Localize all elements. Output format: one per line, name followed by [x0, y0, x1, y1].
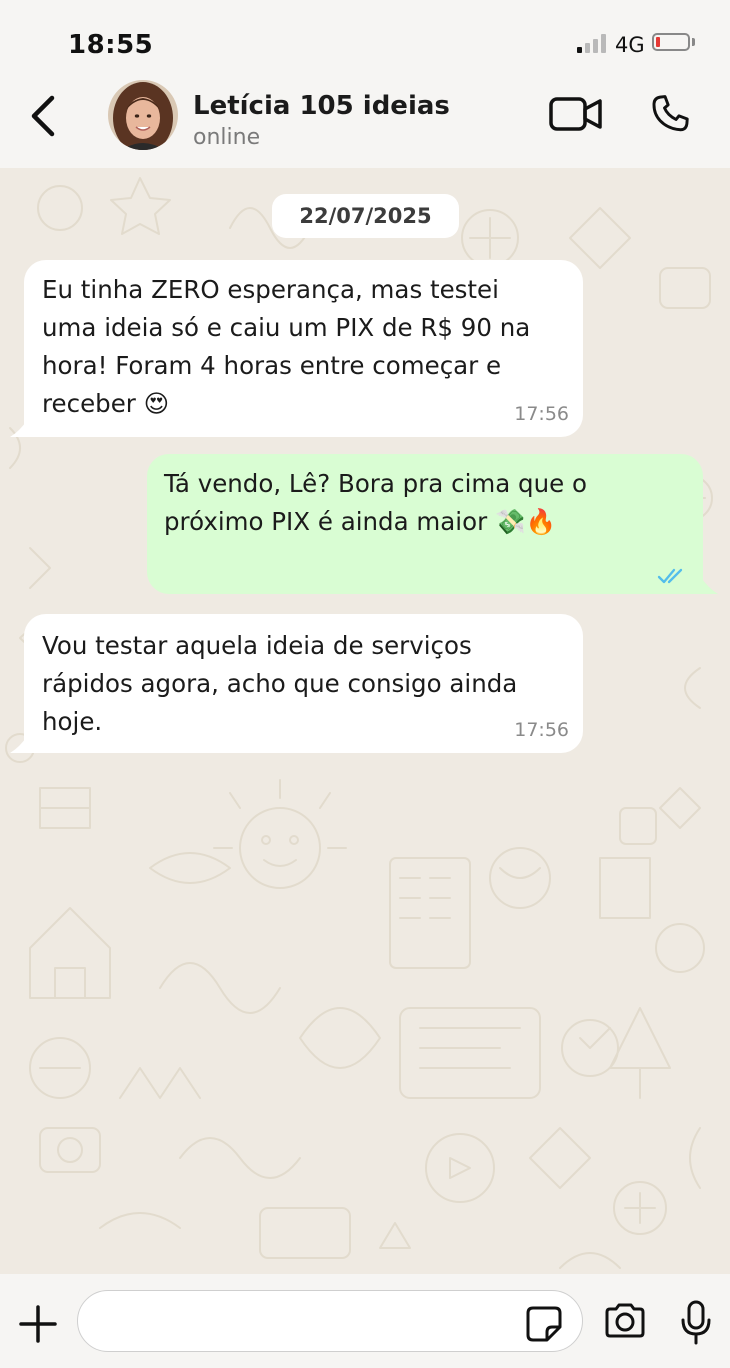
- message-time: 17:56: [514, 403, 569, 425]
- outgoing-message[interactable]: Tá vendo, Lê? Bora pra cima que o próxim…: [147, 454, 703, 594]
- message-input[interactable]: [102, 1301, 526, 1343]
- date-divider: 22/07/2025: [272, 194, 459, 238]
- read-receipt-icon: [657, 568, 683, 584]
- plus-icon: [19, 1305, 57, 1343]
- sticker-icon: [526, 1306, 562, 1342]
- avatar[interactable]: [108, 80, 178, 150]
- signal-strength-icon: [577, 33, 609, 53]
- chat-header: Letícia 105 ideias online: [0, 80, 730, 168]
- microphone-button[interactable]: [680, 1300, 712, 1346]
- attach-button[interactable]: [18, 1304, 58, 1344]
- bubble-tail: [10, 419, 28, 437]
- voice-call-button[interactable]: [648, 92, 692, 136]
- chevron-left-icon: [31, 95, 55, 137]
- message-input-bar: [0, 1274, 730, 1368]
- bubble-tail: [10, 735, 28, 753]
- camera-button[interactable]: [603, 1303, 647, 1339]
- battery-icon: [652, 33, 690, 51]
- sticker-button[interactable]: [525, 1305, 563, 1343]
- message-field[interactable]: [77, 1290, 583, 1352]
- contact-status: online: [193, 125, 261, 150]
- back-button[interactable]: [22, 90, 66, 142]
- status-time: 18:55: [68, 30, 154, 60]
- video-camera-icon: [549, 97, 602, 131]
- status-bar: 18:55 4G: [0, 0, 730, 80]
- microphone-icon: [681, 1300, 711, 1345]
- phone-icon: [652, 95, 689, 132]
- chat-area[interactable]: 22/07/2025 Eu tinha ZERO esperança, mas …: [0, 168, 730, 1274]
- message-text: Eu tinha ZERO esperança, mas testei uma …: [42, 275, 531, 418]
- contact-name[interactable]: Letícia 105 ideias: [193, 91, 450, 121]
- incoming-message[interactable]: Eu tinha ZERO esperança, mas testei uma …: [24, 260, 583, 437]
- message-text: Tá vendo, Lê? Bora pra cima que o próxim…: [164, 469, 587, 536]
- incoming-message[interactable]: Vou testar aquela ideia de serviços rápi…: [24, 614, 583, 753]
- network-type: 4G: [615, 33, 645, 57]
- camera-icon: [605, 1303, 645, 1338]
- message-text: Vou testar aquela ideia de serviços rápi…: [42, 631, 518, 736]
- bubble-tail: [700, 576, 718, 594]
- video-call-button[interactable]: [548, 94, 604, 134]
- avatar-photo: [108, 80, 178, 150]
- message-time: 17:56: [514, 719, 569, 741]
